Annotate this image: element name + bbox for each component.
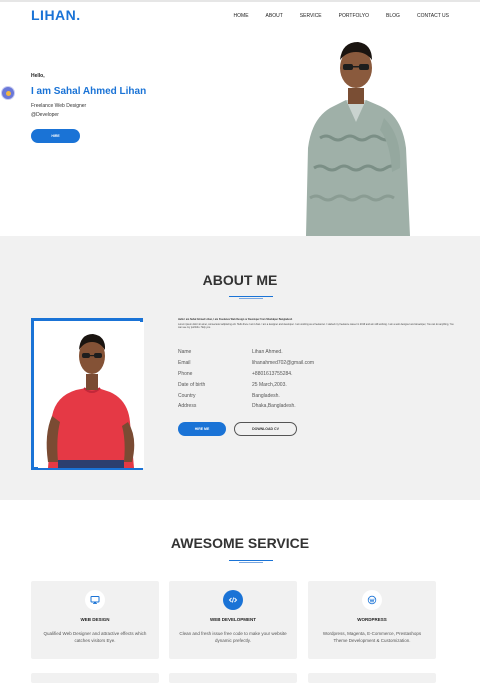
about-title: ABOUT ME [202, 272, 278, 288]
nav-portfolio[interactable]: PORTFOLYO [339, 13, 369, 19]
info-row-address: Address Dhaka,Bangladesh. [178, 401, 378, 412]
main-nav: HOME ABOUT SERVICE PORTFOLYO BLOG CONTAC… [217, 13, 449, 19]
theme-switcher-icon[interactable] [1, 86, 15, 100]
info-label: Phone [178, 370, 193, 377]
monitor-icon [85, 590, 105, 610]
service-card-web-design[interactable]: WEB DESIGN Qualified Web Designer and at… [31, 581, 159, 659]
hero-role: Freelance Web Designer [31, 103, 87, 109]
info-label: Date of birth [178, 381, 206, 388]
download-cv-button[interactable]: DOWNLOAD CV [234, 422, 297, 436]
about-intro-text: Lorem ipsum dolor sit amet, consectetur … [178, 323, 454, 330]
info-value: Bangladesh. [252, 392, 280, 399]
hire-me-button[interactable]: HIRE ME [178, 422, 226, 436]
service-desc: Wordpress, Magenta, E-Commerce, Prestash… [322, 631, 422, 643]
nav-contact[interactable]: CONTACT US [417, 13, 449, 19]
info-value: +8801613755284. [252, 370, 293, 377]
info-row-dob: Date of birth 25 March,2003. [178, 379, 378, 390]
code-icon [223, 590, 243, 610]
hero-portrait [306, 42, 410, 236]
info-value: 25 March,2003. [252, 381, 287, 388]
info-label: Name [178, 349, 192, 356]
service-card-wordpress[interactable]: WORDPRESS Wordpress, Magenta, E-Commerce… [308, 581, 436, 659]
info-row-name: Name Lihan Ahmed. [178, 347, 378, 358]
services-title-underline [229, 560, 273, 564]
service-card-web-development[interactable]: WEB DEVELOPMENT Clean and fresh issue fr… [169, 581, 297, 659]
service-title: WEB DEVELOPMENT [209, 617, 256, 622]
info-row-country: Country Bangladesh. [178, 390, 378, 401]
hero-greeting: Hello, [31, 73, 45, 79]
info-label: Country [178, 392, 196, 399]
hero-name: I am Sahal Ahmed Lihan [31, 86, 147, 97]
service-title: WEB DESIGN [80, 617, 110, 622]
info-row-email: Email lihanahmed702@gmail.com [178, 358, 378, 369]
nav-blog[interactable]: BLOG [386, 13, 400, 19]
info-value: Dhaka,Bangladesh. [252, 403, 296, 410]
about-photo [38, 322, 144, 468]
service-title: WORDPRESS [357, 617, 387, 622]
nav-home[interactable]: HOME [234, 13, 249, 19]
about-photo-frame [31, 318, 144, 470]
service-card-partial [31, 673, 159, 683]
nav-service[interactable]: SERVICE [300, 13, 322, 19]
service-card-partial [169, 673, 297, 683]
about-title-underline [229, 296, 273, 300]
about-intro: Hello I am Sahal Ahmed Lihan, I am Freel… [178, 318, 454, 330]
info-label: Email [178, 360, 191, 367]
wordpress-icon [362, 590, 382, 610]
site-header: LIHAN. HOME ABOUT SERVICE PORTFOLYO BLOG… [0, 2, 480, 28]
site-logo[interactable]: LIHAN. [31, 7, 81, 23]
service-desc: Clean and fresh issue free code to make … [179, 631, 287, 643]
about-info-list: Name Lihan Ahmed. Email lihanahmed702@gm… [178, 347, 378, 412]
hero-handle: @Developer [31, 112, 59, 118]
info-label: Address [178, 403, 197, 410]
info-row-phone: Phone +8801613755284. [178, 369, 378, 380]
service-card-partial [308, 673, 436, 683]
about-intro-heading: Hello I am Sahal Ahmed Lihan, I am Freel… [178, 318, 293, 321]
info-value[interactable]: lihanahmed702@gmail.com [252, 360, 328, 366]
info-value: Lihan Ahmed. [252, 349, 283, 356]
services-title: AWESOME SERVICE [170, 535, 310, 551]
service-desc: Qualified Web Designer and attractive ef… [43, 631, 147, 643]
nav-about[interactable]: ABOUT [266, 13, 283, 19]
hero-hire-button[interactable]: HIRE [31, 129, 80, 143]
